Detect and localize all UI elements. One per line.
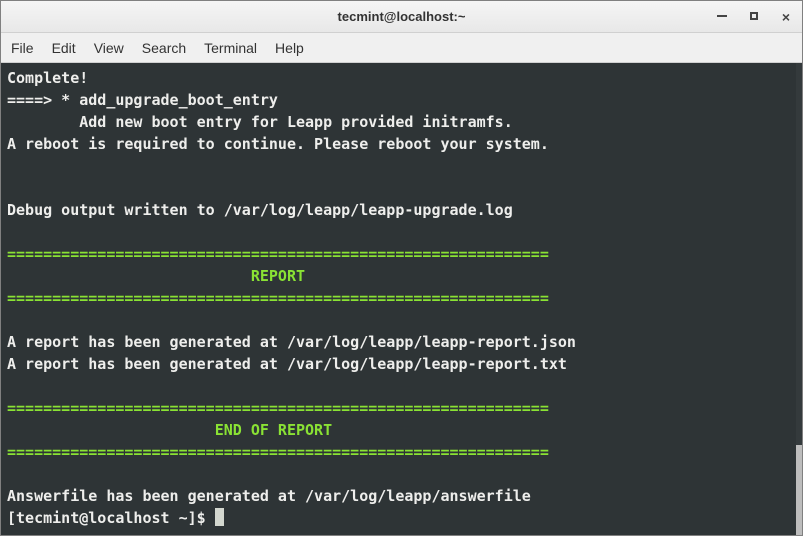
maximize-button[interactable] — [746, 11, 762, 23]
output-line — [7, 221, 796, 243]
menu-terminal[interactable]: Terminal — [204, 40, 257, 56]
minimize-button[interactable] — [714, 11, 730, 23]
report-header: REPORT — [7, 265, 796, 287]
cursor — [215, 508, 224, 526]
output-line: A reboot is required to continue. Please… — [7, 133, 796, 155]
output-line: A report has been generated at /var/log/… — [7, 353, 796, 375]
end-report-header: END OF REPORT — [7, 419, 796, 441]
prompt: [tecmint@localhost ~]$ — [7, 509, 215, 527]
separator: ========================================… — [7, 287, 796, 309]
output-line: ====> * add_upgrade_boot_entry — [7, 89, 796, 111]
output-line — [7, 155, 796, 177]
separator: ========================================… — [7, 243, 796, 265]
output-line — [7, 463, 796, 485]
output-line: Answerfile has been generated at /var/lo… — [7, 485, 796, 507]
output-line: A report has been generated at /var/log/… — [7, 331, 796, 353]
separator: ========================================… — [7, 397, 796, 419]
output-line: Add new boot entry for Leapp provided in… — [7, 111, 796, 133]
menu-view[interactable]: View — [94, 40, 124, 56]
output-line: Complete! — [7, 67, 796, 89]
output-line — [7, 177, 796, 199]
menu-search[interactable]: Search — [142, 40, 186, 56]
menu-help[interactable]: Help — [275, 40, 304, 56]
output-line — [7, 309, 796, 331]
separator: ========================================… — [7, 441, 796, 463]
output-line — [7, 375, 796, 397]
output-line: Debug output written to /var/log/leapp/l… — [7, 199, 796, 221]
menu-file[interactable]: File — [11, 40, 34, 56]
terminal-area[interactable]: Complete! ====> * add_upgrade_boot_entry… — [1, 63, 802, 535]
scrollbar-thumb[interactable] — [796, 445, 802, 535]
scrollbar[interactable] — [796, 63, 802, 535]
menubar: File Edit View Search Terminal Help — [1, 33, 802, 63]
window-title: tecmint@localhost:~ — [338, 9, 466, 24]
titlebar: tecmint@localhost:~ × — [1, 1, 802, 33]
window-controls: × — [714, 9, 794, 25]
prompt-line: [tecmint@localhost ~]$ — [7, 507, 796, 529]
close-button[interactable]: × — [778, 9, 794, 25]
menu-edit[interactable]: Edit — [52, 40, 76, 56]
